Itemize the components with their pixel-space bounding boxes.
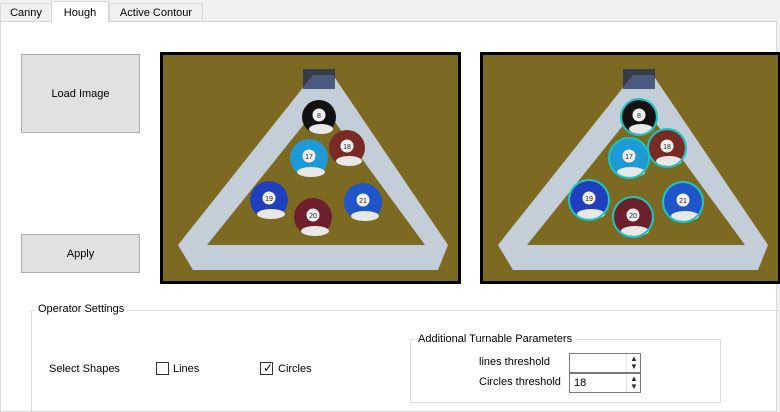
lines-checkbox[interactable] — [156, 362, 169, 375]
lines-checkbox-label[interactable]: Lines — [173, 363, 199, 375]
circles-checkbox[interactable]: ✓ — [260, 362, 273, 375]
svg-text:21: 21 — [359, 198, 367, 205]
tab-active-contour[interactable]: Active Contour — [109, 3, 203, 22]
svg-text:18: 18 — [663, 144, 671, 151]
circles-checkbox-label[interactable]: Circles — [278, 363, 312, 375]
load-image-button[interactable]: Load Image — [21, 54, 140, 133]
load-image-label: Load Image — [51, 87, 110, 100]
output-image: 8 17 18 19 20 21 — [480, 52, 780, 284]
ball-20: 20 — [294, 198, 332, 236]
chevron-down-icon[interactable]: ▼ — [630, 363, 638, 371]
additional-params-group — [410, 339, 721, 403]
svg-text:20: 20 — [309, 213, 317, 220]
circles-threshold-label: Circles threshold — [479, 376, 561, 388]
svg-text:17: 17 — [305, 154, 313, 161]
ball-18: 18 — [647, 128, 687, 168]
circles-threshold-spinbox[interactable]: 18 ▲ ▼ — [569, 373, 641, 393]
input-image: 8 17 18 19 20 21 — [160, 52, 461, 284]
apply-button[interactable]: Apply — [21, 234, 140, 273]
ball-19: 19 — [250, 181, 288, 219]
svg-text:19: 19 — [585, 196, 593, 203]
ball-17: 17 — [290, 139, 328, 177]
spin-arrows[interactable]: ▲ ▼ — [626, 354, 640, 372]
lines-threshold-spinbox[interactable]: ▲ ▼ — [569, 353, 641, 373]
svg-text:19: 19 — [265, 196, 273, 203]
tab-canny[interactable]: Canny — [0, 3, 52, 22]
checkmark-icon: ✓ — [263, 361, 274, 375]
circles-threshold-value: 18 — [574, 377, 587, 389]
spin-arrows[interactable]: ▲ ▼ — [626, 374, 640, 392]
additional-params-title: Additional Turnable Parameters — [415, 333, 576, 345]
ball-17: 17 — [608, 137, 650, 179]
ball-18: 18 — [329, 130, 365, 166]
svg-text:17: 17 — [625, 154, 633, 161]
operator-settings-title: Operator Settings — [35, 303, 128, 315]
tab-bar: Canny Hough Active Contour — [0, 0, 780, 23]
ball-20: 20 — [612, 196, 654, 238]
svg-text:20: 20 — [629, 213, 637, 220]
ball-21: 21 — [344, 183, 382, 221]
ball-19: 19 — [568, 179, 610, 221]
ball-8: 8 — [302, 100, 336, 134]
tab-hough[interactable]: Hough — [51, 1, 109, 23]
select-shapes-label: Select Shapes — [49, 363, 120, 375]
chevron-down-icon[interactable]: ▼ — [630, 383, 638, 391]
ball-21: 21 — [662, 181, 704, 223]
apply-label: Apply — [66, 247, 95, 260]
svg-text:8: 8 — [637, 113, 641, 120]
svg-text:21: 21 — [679, 198, 687, 205]
ball-8: 8 — [620, 98, 658, 136]
lines-threshold-label: lines threshold — [479, 356, 550, 368]
svg-text:8: 8 — [317, 113, 321, 120]
svg-text:18: 18 — [343, 144, 351, 151]
